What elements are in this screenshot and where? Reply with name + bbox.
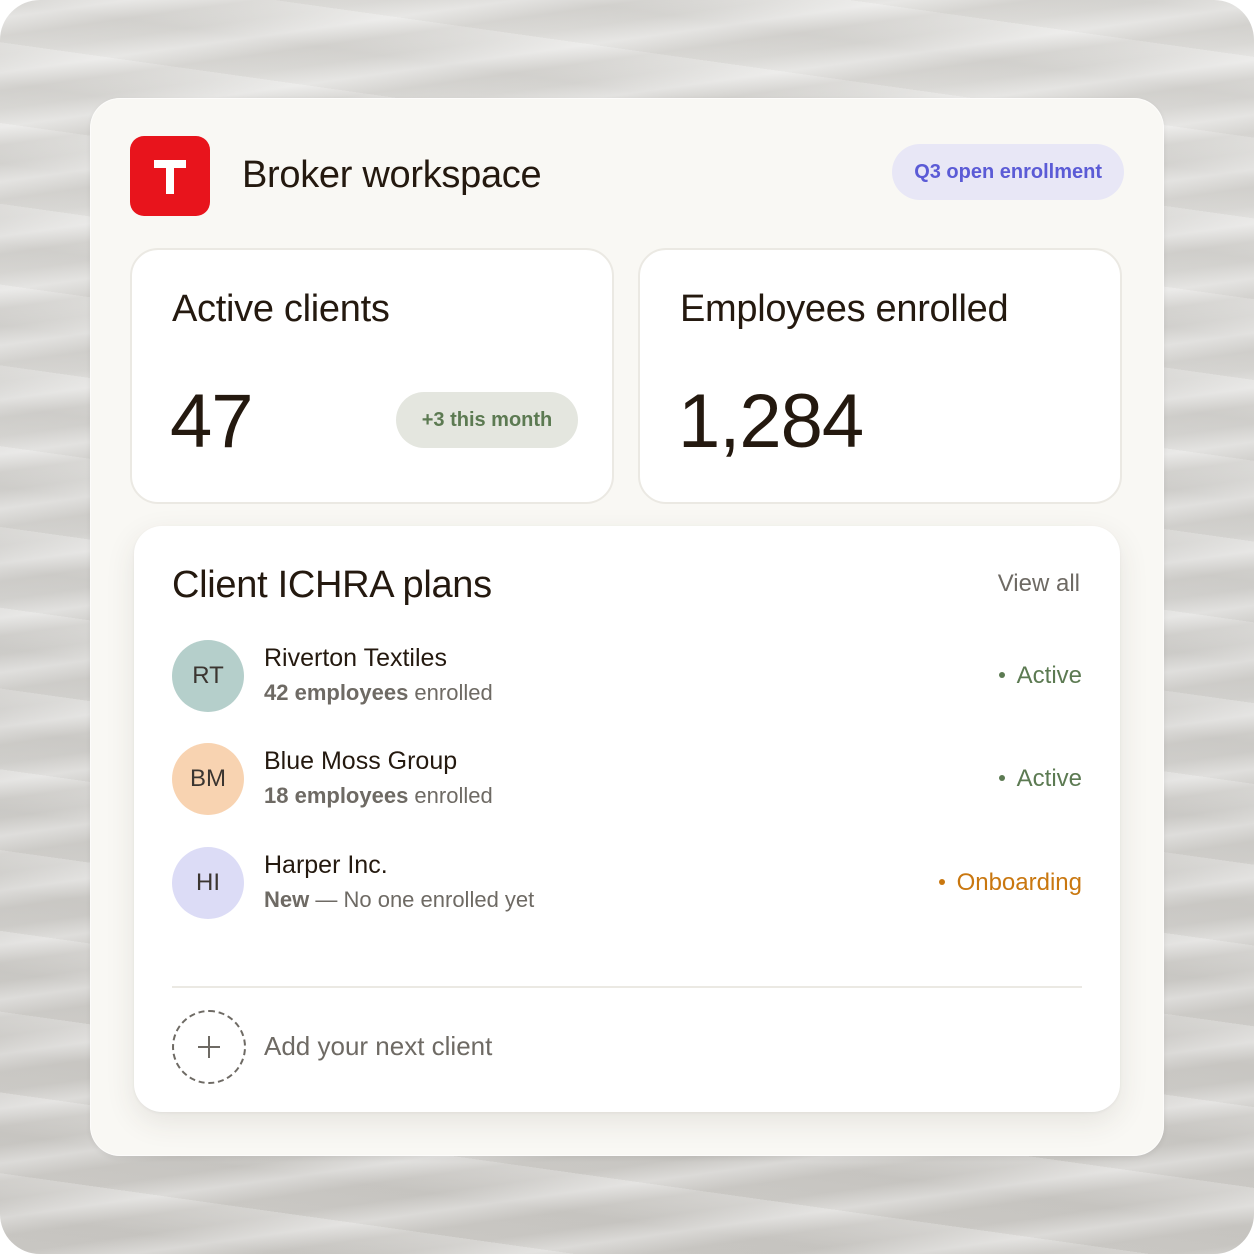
- section-title: Client ICHRA plans: [172, 564, 492, 606]
- page-title: Broker workspace: [242, 154, 542, 196]
- client-plans-card: Client ICHRA plans View all RT Riverton …: [134, 526, 1120, 1112]
- workspace-header: Broker workspace Q3 open enrollment: [130, 136, 1124, 216]
- client-row[interactable]: RT Riverton Textiles 42 employees enroll…: [172, 640, 1082, 714]
- avatar: HI: [172, 847, 244, 919]
- status-badge: Onboarding: [938, 869, 1082, 897]
- client-subtitle: New — No one enrolled yet: [264, 887, 535, 912]
- avatar: RT: [172, 640, 244, 712]
- stat-label: Active clients: [172, 288, 390, 330]
- client-row[interactable]: BM Blue Moss Group 18 employees enrolled…: [172, 743, 1082, 817]
- active-clients-card: Active clients 47 +3 this month: [130, 248, 614, 504]
- client-name: Blue Moss Group: [264, 747, 458, 775]
- add-client-circle: [172, 1010, 246, 1084]
- t-letter-logo-icon: [130, 136, 210, 216]
- divider: [172, 986, 1082, 988]
- broker-workspace-panel: Broker workspace Q3 open enrollment Acti…: [90, 98, 1164, 1156]
- stat-value: 47: [170, 379, 254, 464]
- stat-label: Employees enrolled: [680, 288, 1009, 330]
- status-badge: Active: [998, 765, 1082, 793]
- client-subtitle: 42 employees enrolled: [264, 680, 493, 705]
- plus-icon: [198, 1036, 220, 1058]
- client-name: Riverton Textiles: [264, 644, 447, 672]
- add-client-label: Add your next client: [264, 1031, 493, 1061]
- add-client-button[interactable]: Add your next client: [172, 1010, 672, 1086]
- client-row[interactable]: HI Harper Inc. New — No one enrolled yet…: [172, 847, 1082, 921]
- avatar: BM: [172, 743, 244, 815]
- employees-enrolled-card: Employees enrolled 1,284: [638, 248, 1122, 504]
- stat-value: 1,284: [678, 379, 864, 464]
- enrollment-period-badge: Q3 open enrollment: [892, 144, 1124, 200]
- client-subtitle: 18 employees enrolled: [264, 783, 493, 808]
- status-badge: Active: [998, 662, 1082, 690]
- view-all-link[interactable]: View all: [998, 570, 1080, 598]
- delta-badge: +3 this month: [396, 392, 578, 448]
- client-name: Harper Inc.: [264, 851, 388, 879]
